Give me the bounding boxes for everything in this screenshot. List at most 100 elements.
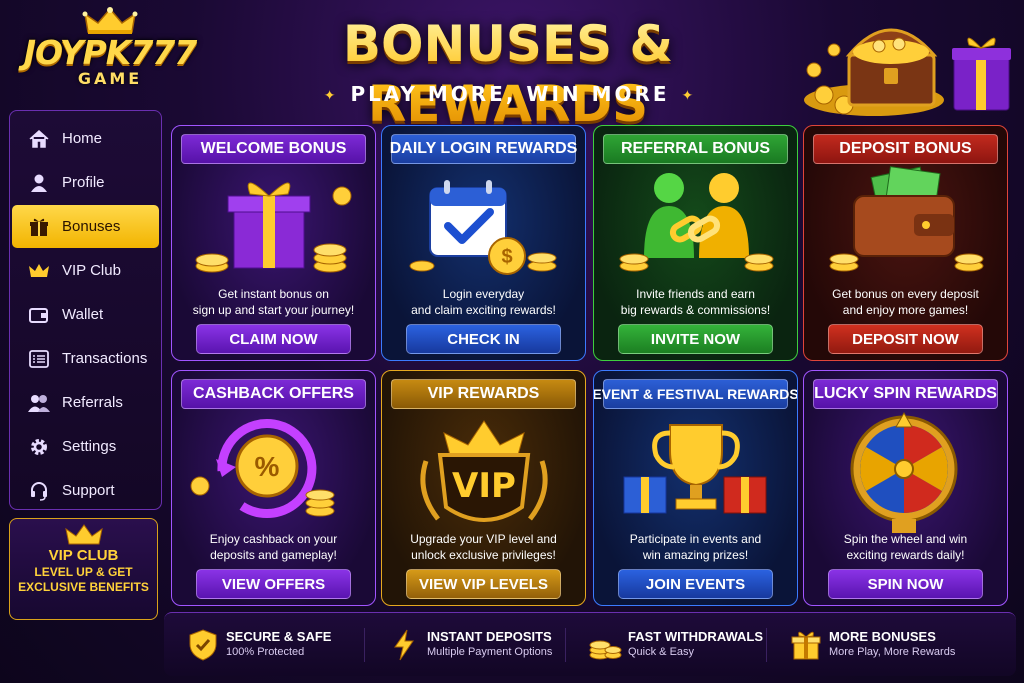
treasure-chest-illustration bbox=[804, 28, 1011, 116]
crown-icon bbox=[26, 260, 52, 282]
gift-box-illustration bbox=[195, 182, 352, 273]
sidebar-item-label: Profile bbox=[62, 174, 105, 191]
sidebar-item-bonuses[interactable]: Bonuses bbox=[12, 205, 159, 248]
card-desc-line: sign up and start your journey! bbox=[192, 303, 355, 317]
claim-now-button[interactable]: CLAIM NOW bbox=[196, 324, 351, 354]
card-desc-line: and claim exciting rewards! bbox=[411, 303, 556, 317]
vip-label: VIP bbox=[452, 466, 516, 506]
card-description: Enjoy cashback on your deposits and game… bbox=[178, 531, 369, 563]
card-desc-line: Invite friends and earn bbox=[636, 287, 755, 301]
sidebar: Home Profile Bonuses VIP Club Wallet Tra… bbox=[9, 110, 162, 510]
card-title: CASHBACK OFFERS bbox=[181, 379, 366, 409]
card-desc-line: Get instant bonus on bbox=[218, 287, 329, 301]
card-desc-line: deposits and gameplay! bbox=[210, 548, 337, 562]
card-desc-line: unlock exclusive privileges! bbox=[411, 548, 556, 562]
lightning-icon bbox=[394, 629, 414, 660]
crown-icon bbox=[64, 524, 103, 545]
feature-subtitle: Multiple Payment Options bbox=[427, 646, 553, 658]
lucky-spin-card: LUCKY SPIN REWARDS Spin the wheel and wi… bbox=[803, 370, 1008, 606]
list-icon bbox=[26, 348, 52, 370]
card-desc-line: win amazing prizes! bbox=[642, 548, 749, 562]
sidebar-item-settings[interactable]: Settings bbox=[12, 425, 159, 468]
sidebar-item-vip-club[interactable]: VIP Club bbox=[12, 249, 159, 292]
feature-more-bonuses: MORE BONUSES More Play, More Rewards bbox=[767, 628, 967, 662]
sidebar-item-label: Home bbox=[62, 130, 103, 147]
sparkle-icon: ✦ bbox=[681, 87, 697, 104]
referral-people-illustration bbox=[619, 173, 774, 272]
sidebar-item-label: Transactions bbox=[62, 350, 148, 367]
sidebar-item-support[interactable]: Support bbox=[12, 469, 159, 512]
trophy-illustration bbox=[623, 424, 767, 514]
percent-symbol: % bbox=[255, 451, 280, 482]
view-vip-levels-button[interactable]: VIEW VIP LEVELS bbox=[406, 569, 561, 599]
profile-icon bbox=[26, 172, 52, 194]
sidebar-item-home[interactable]: Home bbox=[12, 117, 159, 160]
feature-title: MORE BONUSES bbox=[829, 629, 936, 644]
sidebar-item-label: Referrals bbox=[62, 394, 123, 411]
calendar-check-illustration: $ bbox=[409, 180, 557, 275]
daily-login-card: DAILY LOGIN REWARDS $ Login everyday and… bbox=[381, 125, 586, 361]
vip-rewards-card: VIP REWARDS VIP Upgrade your VIP level a… bbox=[381, 370, 586, 606]
card-description: Invite friends and earn big rewards & co… bbox=[600, 286, 791, 318]
feature-title: FAST WITHDRAWALS bbox=[628, 629, 764, 644]
feature-fast-withdrawals: FAST WITHDRAWALS Quick & Easy bbox=[566, 628, 766, 662]
card-description: Participate in events and win amazing pr… bbox=[600, 531, 791, 563]
welcome-bonus-card: WELCOME BONUS Get instant bonus on sign … bbox=[171, 125, 376, 361]
card-desc-line: exciting rewards daily! bbox=[846, 548, 965, 562]
card-desc-line: Enjoy cashback on your bbox=[209, 532, 338, 546]
vip-shield-illustration: VIP bbox=[420, 420, 548, 522]
gift-icon bbox=[791, 631, 821, 659]
join-events-button[interactable]: JOIN EVENTS bbox=[618, 569, 773, 599]
card-title: EVENT & FESTIVAL REWARDS bbox=[594, 379, 797, 409]
card-title: VIP REWARDS bbox=[391, 379, 576, 409]
feature-secure: SECURE & SAFE 100% Protected bbox=[164, 628, 364, 662]
view-offers-button[interactable]: VIEW OFFERS bbox=[196, 569, 351, 599]
vip-club-line2: EXCLUSIVE BENEFITS bbox=[18, 580, 149, 594]
headset-icon bbox=[26, 480, 52, 502]
card-desc-line: Login everyday bbox=[442, 287, 525, 301]
features-bar: SECURE & SAFE 100% Protected INSTANT DEP… bbox=[164, 612, 1016, 676]
crown-icon bbox=[82, 7, 138, 34]
sidebar-item-referrals[interactable]: Referrals bbox=[12, 381, 159, 424]
vip-club-title: VIP CLUB bbox=[48, 547, 119, 564]
sidebar-item-transactions[interactable]: Transactions bbox=[12, 337, 159, 380]
logo-subtitle: GAME bbox=[77, 69, 143, 88]
gift-icon bbox=[26, 216, 52, 238]
deposit-now-button[interactable]: DEPOSIT NOW bbox=[828, 324, 983, 354]
card-description: Get bonus on every deposit and enjoy mor… bbox=[810, 286, 1001, 318]
sparkle-icon: ✦ bbox=[323, 87, 339, 104]
feature-instant-deposits: INSTANT DEPOSITS Multiple Payment Option… bbox=[365, 628, 565, 662]
check-in-button[interactable]: CHECK IN bbox=[406, 324, 561, 354]
deposit-bonus-card: DEPOSIT BONUS Get bonus on every deposit… bbox=[803, 125, 1008, 361]
vip-club-promo[interactable]: VIP CLUB LEVEL UP & GET EXCLUSIVE BENEFI… bbox=[9, 518, 158, 620]
home-icon bbox=[26, 128, 52, 150]
logo-title: JOYPK777 bbox=[23, 33, 197, 72]
coins-icon bbox=[589, 640, 622, 659]
feature-title: INSTANT DEPOSITS bbox=[427, 629, 552, 644]
spin-wheel-illustration bbox=[850, 411, 958, 533]
page-subtitle: ✦ PLAY MORE, WIN MORE ✦ bbox=[300, 82, 720, 106]
sidebar-item-wallet[interactable]: Wallet bbox=[12, 293, 159, 336]
page-title: BONUSES & REWARDS bbox=[228, 14, 788, 134]
shield-icon bbox=[189, 628, 217, 661]
referral-bonus-card: REFERRAL BONUS Invite friends and earn b… bbox=[593, 125, 798, 361]
card-title: WELCOME BONUS bbox=[181, 134, 366, 164]
gear-icon bbox=[26, 436, 52, 458]
users-icon bbox=[26, 392, 52, 414]
sidebar-item-label: VIP Club bbox=[62, 262, 121, 279]
coin-symbol: $ bbox=[501, 246, 512, 268]
card-description: Spin the wheel and win exciting rewards … bbox=[810, 531, 1001, 563]
feature-title: SECURE & SAFE bbox=[226, 629, 332, 644]
invite-now-button[interactable]: INVITE NOW bbox=[618, 324, 773, 354]
card-title: DAILY LOGIN REWARDS bbox=[390, 134, 577, 164]
spin-now-button[interactable]: SPIN NOW bbox=[828, 569, 983, 599]
cashback-illustration: % bbox=[190, 419, 335, 519]
sidebar-item-label: Settings bbox=[62, 438, 117, 455]
page-subtitle-text: PLAY MORE, WIN MORE bbox=[350, 82, 670, 106]
logo[interactable]: JOYPK777 GAME bbox=[10, 6, 210, 102]
card-title: REFERRAL BONUS bbox=[603, 134, 788, 164]
card-desc-line: Get bonus on every deposit bbox=[832, 287, 979, 301]
wallet-cash-illustration bbox=[829, 166, 984, 272]
card-description: Login everyday and claim exciting reward… bbox=[388, 286, 579, 318]
sidebar-item-profile[interactable]: Profile bbox=[12, 161, 159, 204]
